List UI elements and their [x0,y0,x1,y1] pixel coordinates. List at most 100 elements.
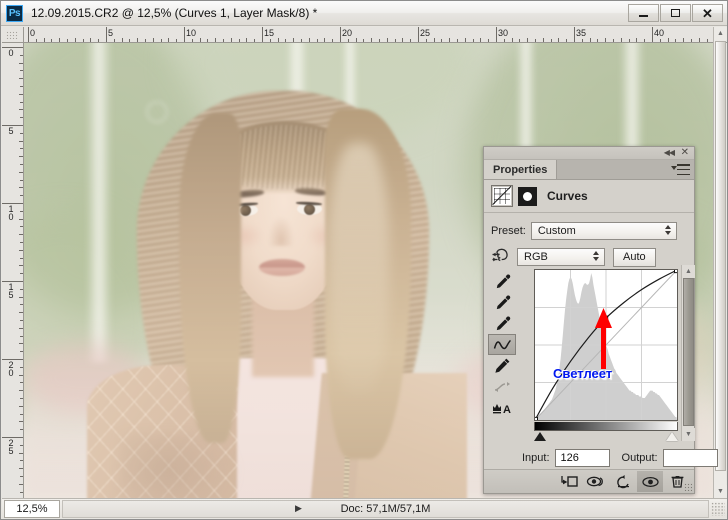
black-point-eyedropper[interactable] [488,271,516,292]
photoshop-logo-icon: Ps [6,4,23,22]
minimize-button[interactable] [628,4,659,22]
ruler-tick-h [238,39,240,42]
panel-scroll-up-icon[interactable]: ▲ [682,265,695,278]
panel-resize-grip-icon[interactable] [684,483,692,491]
ruler-tick-v [20,86,23,87]
collapse-panel-icon[interactable]: ◀◀ [664,148,675,157]
close-button[interactable]: ✕ [692,4,723,22]
reset-button[interactable] [610,471,636,492]
toggle-visibility-button[interactable] [637,471,663,492]
white-point-eyedropper[interactable] [488,313,516,334]
ruler-tick-v [20,398,23,399]
ruler-tick-v [20,288,23,290]
lighten-annotation-text: Светлеет [553,366,613,381]
window-title-text: 12.09.2015.CR2 @ 12,5% (Curves 1, Layer … [31,6,318,20]
preview-previous-state-button[interactable] [583,471,609,492]
preset-select[interactable]: Custom [530,222,677,240]
panel-scrollbar[interactable]: ▲ ▼ [681,265,695,441]
output-field[interactable] [662,449,718,467]
ruler-tick-h [121,38,123,42]
channel-select[interactable]: RGB [517,248,605,266]
zoom-level-field[interactable]: 12,5% [4,499,60,518]
ruler-tick-h [137,38,139,42]
window-title-bar: Ps 12.09.2015.CR2 @ 12,5% (Curves 1, Lay… [1,1,727,26]
ruler-tick-v [19,468,23,470]
document-info[interactable]: Doc: 57,1M/57,1M ▶ [62,499,709,518]
ruler-tick-h [394,39,396,42]
panel-menu-icon[interactable] [671,164,690,175]
ruler-label-v: 5 [8,126,14,136]
ruler-tick-v [20,273,23,275]
ruler-tick-v [19,296,23,298]
ruler-tick-v [19,421,23,423]
white-point-slider[interactable] [666,432,678,441]
ruler-label-h: 5 [108,28,114,38]
clip-to-layer-button[interactable] [556,471,582,492]
curve-point-tool[interactable] [488,334,516,355]
preset-label: Preset: [491,225,526,237]
ruler-tick-v [20,351,23,353]
scroll-up-icon[interactable]: ▲ [714,27,727,40]
black-point-slider[interactable] [534,432,546,441]
smooth-curve-tool[interactable] [488,376,516,397]
maximize-button[interactable] [660,4,691,22]
auto-button[interactable]: Auto [613,247,656,267]
ruler-tick-v [19,390,23,392]
ruler-label-h: 20 [342,28,353,38]
ruler-tick-h [191,39,193,42]
ruler-tick-h [433,38,435,42]
ruler-tick-h [675,39,677,42]
ruler-tick-h [636,38,638,42]
ruler-tick-h [464,38,466,42]
ruler-tick-v [20,460,23,462]
ruler-tick-h [613,39,614,42]
curves-plot-area[interactable]: Светлеет [534,269,678,421]
vertical-ruler[interactable]: 051015202530 [2,43,24,498]
ruler-tick-v [20,117,23,119]
panel-scrollbar-thumb[interactable] [683,278,694,426]
black-white-point-sliders[interactable] [534,432,678,443]
ruler-tick-h [269,39,271,42]
ruler-tick-h [301,39,302,42]
ruler-tick-h [74,38,76,42]
channel-value: RGB [524,251,548,263]
ruler-tick-v [19,187,23,189]
ruler-tick-h [43,38,45,42]
input-output-row: Input: 126 Output: [522,449,718,467]
ruler-tick-v [19,343,23,345]
ruler-tick-h [472,39,474,42]
ruler-tick-v [19,234,23,236]
ruler-tick-h [28,27,29,42]
scrollbar-thumb[interactable] [715,41,726,471]
input-label: Input: [522,452,550,464]
ruler-corner[interactable] [2,27,24,43]
pencil-draw-tool[interactable] [488,355,516,376]
document-info-expander-icon[interactable]: ▶ [295,503,302,514]
ruler-tick-h [363,39,365,42]
ruler-tick-h [706,39,708,42]
channel-stepper-icon[interactable] [593,251,599,261]
ruler-tick-v [20,413,23,415]
panel-scroll-down-icon[interactable]: ▼ [682,428,695,441]
curves-graph[interactable]: Светлеет [534,269,680,441]
preset-stepper-icon[interactable] [664,225,671,235]
canvas-vertical-scrollbar[interactable]: ▲ ▼ [713,27,727,498]
horizontal-ruler[interactable]: 051015202530354045 [24,27,727,43]
on-image-adjust-icon[interactable] [491,247,513,267]
ruler-tick-v [2,359,23,360]
scroll-down-icon[interactable]: ▼ [714,485,727,498]
layer-mask-icon[interactable] [518,186,537,206]
gray-point-eyedropper[interactable] [488,292,516,313]
ruler-tick-h [160,39,162,42]
close-panel-icon[interactable]: ✕ [681,147,689,158]
iris-left [240,205,251,216]
ruler-tick-v [20,70,23,72]
tab-properties[interactable]: Properties [484,160,558,179]
ruler-tick-v [20,226,23,228]
curves-adjustment-icon[interactable] [491,185,513,207]
window-resize-grip-icon[interactable] [711,501,725,516]
input-field[interactable]: 126 [554,449,610,467]
clipping-warning-icon[interactable]: A [488,397,516,418]
ruler-label-h: 15 [264,28,275,38]
ruler-tick-h [51,39,53,42]
